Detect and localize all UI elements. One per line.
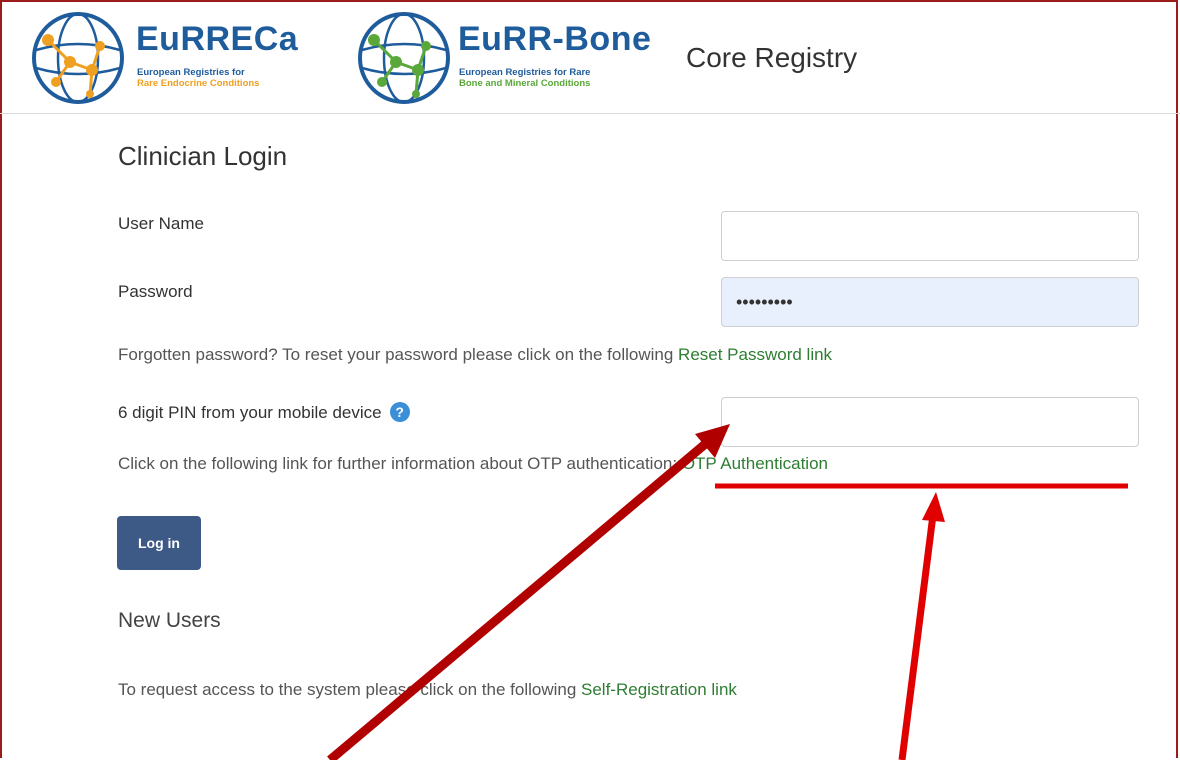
self-registration-message: To request access to the system please c… [118,680,582,699]
header: EuRRECa European Registries for Rare End… [0,0,1180,114]
password-label: Password [118,282,193,301]
forgot-password-text: Forgotten password? To reset your passwo… [118,345,832,365]
eurreca-logo[interactable]: EuRRECa European Registries for Rare End… [30,10,320,105]
password-input[interactable] [721,277,1139,327]
username-input[interactable] [721,211,1139,261]
otp-authentication-link[interactable]: OTP Authentication [682,454,828,473]
otp-info-text: Click on the following link for further … [118,454,828,474]
forgot-password-message: Forgotten password? To reset your passwo… [118,345,679,364]
username-label: User Name [118,214,204,233]
login-heading: Clinician Login [118,141,288,171]
eurr-bone-logo[interactable]: EuRR-Bone European Registries for Rare B… [356,10,656,105]
pin-label: 6 digit PIN from your mobile device? [118,402,410,423]
globe-icon [358,12,450,104]
logo-subtitle: Rare Endocrine Conditions [137,78,260,89]
self-registration-text: To request access to the system please c… [118,680,737,700]
logo-subtitle: European Registries for [137,67,245,78]
new-users-heading: New Users [118,609,221,632]
reset-password-link[interactable]: Reset Password link [678,345,832,364]
logo-subtitle: European Registries for Rare [459,67,591,78]
pin-label-text: 6 digit PIN from your mobile device [118,403,382,422]
self-registration-link[interactable]: Self-Registration link [581,680,737,699]
page-title: Core Registry [686,42,858,73]
logo-subtitle: Bone and Mineral Conditions [459,78,591,89]
login-button[interactable]: Log in [117,516,201,570]
globe-icon [32,12,124,104]
logo-name: EuRRECa [136,20,299,58]
otp-info-message: Click on the following link for further … [118,454,682,473]
pin-input[interactable] [721,397,1139,447]
help-icon[interactable]: ? [389,402,410,422]
logo-name: EuRR-Bone [458,20,652,58]
